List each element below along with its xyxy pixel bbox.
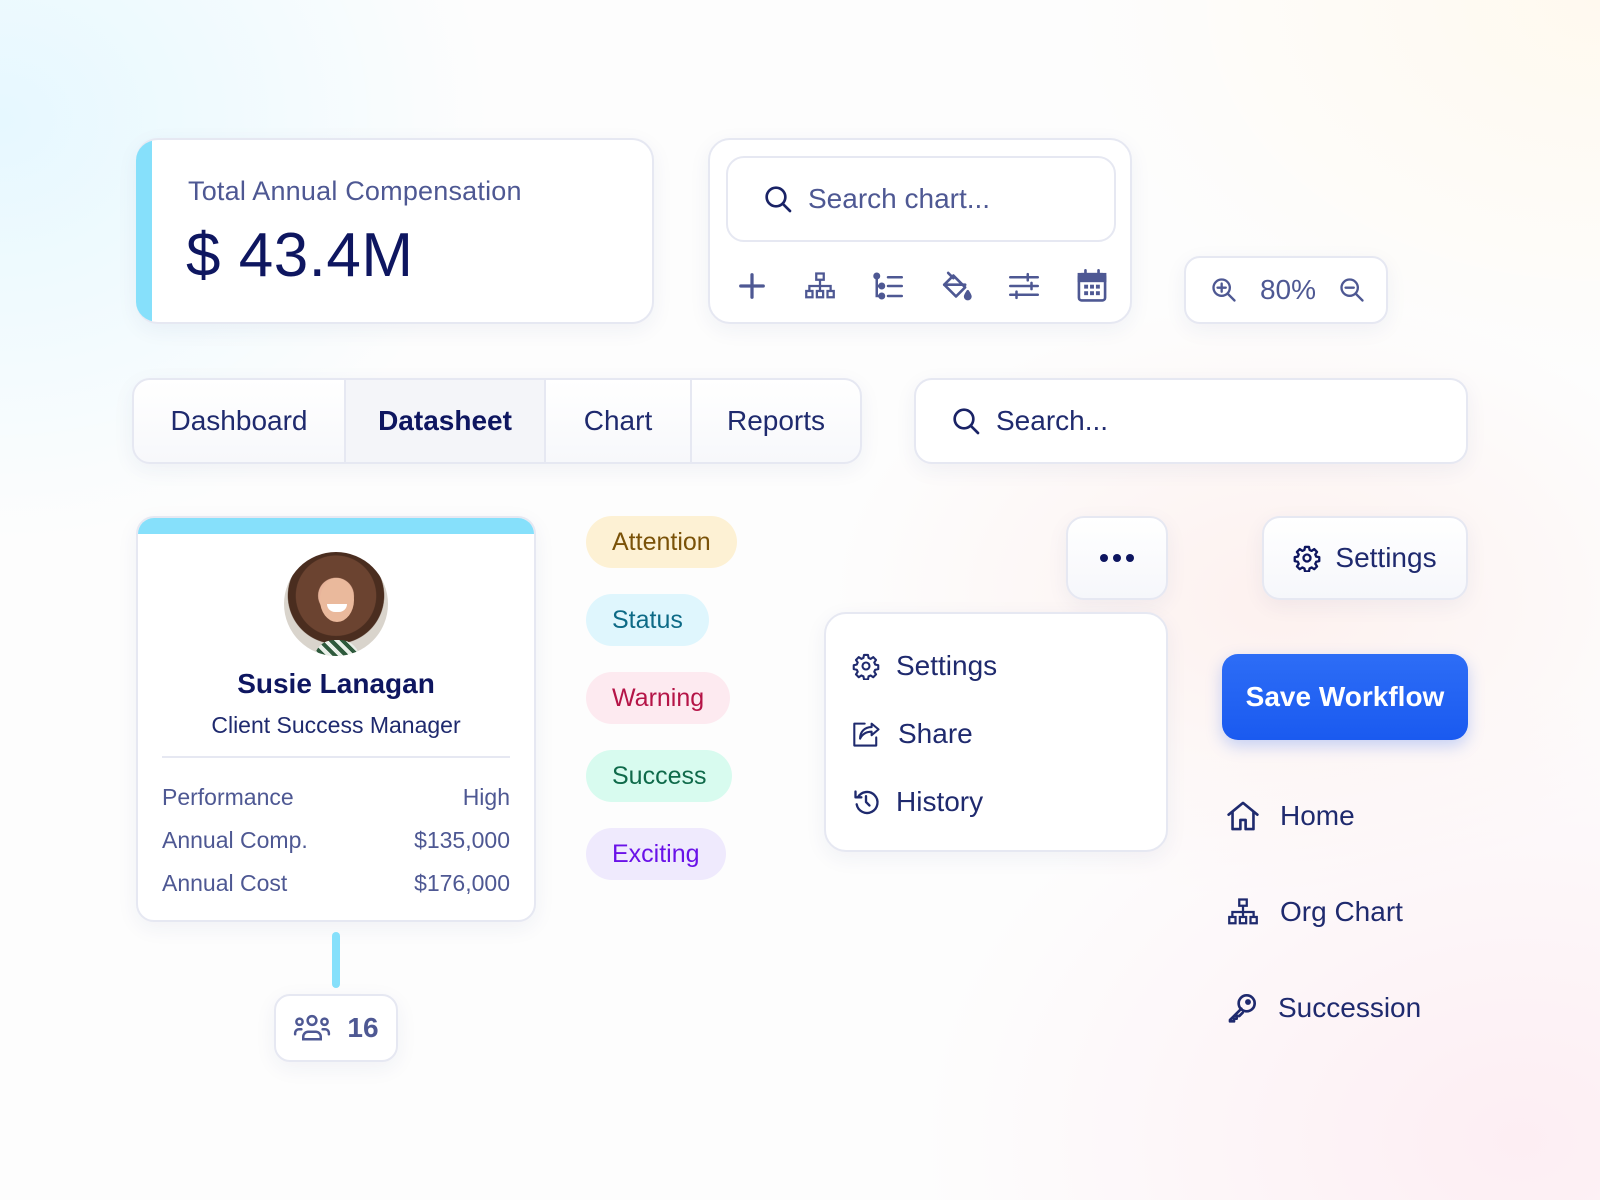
share-icon (852, 720, 882, 748)
chart-toolbar-card (708, 138, 1132, 324)
nav-label: Home (1280, 800, 1355, 831)
view-tabs: Dashboard Datasheet Chart Reports (132, 378, 862, 464)
hierarchy-list-tool-button[interactable] (868, 266, 908, 306)
org-structure-tool-button[interactable] (800, 266, 840, 306)
avatar-face (320, 578, 354, 622)
employee-role: Client Success Manager (211, 712, 461, 738)
chart-search-box[interactable] (726, 156, 1116, 242)
compensation-value: $ 43.4M (186, 221, 414, 290)
team-count: 16 (347, 1012, 379, 1043)
history-icon (852, 788, 880, 816)
calendar-tool-button[interactable] (1072, 266, 1112, 306)
tab-reports[interactable]: Reports (692, 380, 860, 462)
employee-card[interactable]: Susie Lanagan Client Success Manager Per… (136, 516, 536, 922)
gear-icon (1293, 544, 1321, 572)
search-icon (762, 183, 794, 215)
zoom-level: 80% (1259, 274, 1317, 305)
main-search-box[interactable] (914, 378, 1468, 464)
compensation-label: Total Annual Compensation (188, 176, 522, 206)
zoom-out-icon[interactable] (1338, 276, 1366, 304)
sliders-icon (1007, 271, 1041, 301)
tab-datasheet[interactable]: Datasheet (346, 380, 546, 462)
badge-status: Status (586, 594, 709, 646)
detail-label: Annual Cost (162, 870, 288, 896)
tab-dashboard[interactable]: Dashboard (134, 380, 346, 462)
tab-chart[interactable]: Chart (546, 380, 692, 462)
zoom-in-icon[interactable] (1210, 276, 1238, 304)
nav-label: Succession (1278, 992, 1422, 1023)
add-tool-button[interactable] (732, 266, 772, 306)
menu-item-label: Settings (896, 650, 998, 681)
adjustments-tool-button[interactable] (1004, 266, 1044, 306)
main-search-input[interactable] (996, 405, 1436, 437)
divider (162, 756, 510, 758)
avatar-shirt (314, 640, 360, 656)
badge-warning: Warning (586, 672, 731, 724)
badge-attention: Attention (586, 516, 737, 568)
nav-label: Org Chart (1280, 896, 1403, 927)
detail-label: Performance (162, 784, 294, 810)
more-options-button[interactable] (1066, 516, 1168, 600)
settings-button[interactable]: Settings (1262, 516, 1468, 600)
detail-row: Annual Comp. $135,000 (162, 819, 510, 862)
org-chart-icon (1226, 897, 1260, 927)
home-icon (1226, 800, 1260, 832)
employee-name: Susie Lanagan (237, 668, 435, 699)
menu-item-settings[interactable]: Settings (852, 650, 997, 682)
detail-value: $135,000 (414, 827, 510, 853)
key-icon (1226, 992, 1258, 1024)
gear-icon (852, 652, 880, 680)
badge-success: Success (586, 750, 733, 802)
zoom-control: 80% (1184, 256, 1388, 324)
org-connector-line (332, 932, 340, 988)
card-accent-bar (138, 518, 534, 534)
save-workflow-button[interactable]: Save Workflow (1222, 654, 1468, 740)
menu-item-share[interactable]: Share (852, 718, 973, 750)
menu-item-label: History (896, 786, 984, 817)
team-count-button[interactable]: 16 (274, 994, 398, 1062)
card-accent-bar (136, 140, 152, 322)
nav-item-org-chart[interactable]: Org Chart (1226, 896, 1403, 928)
users-icon (293, 1013, 331, 1043)
compensation-card: Total Annual Compensation $ 43.4M (136, 138, 654, 324)
chart-search-input[interactable] (808, 183, 1108, 215)
color-fill-tool-button[interactable] (936, 266, 976, 306)
options-dropdown-menu: Settings Share History (824, 612, 1168, 852)
search-icon (950, 405, 982, 437)
nav-item-succession[interactable]: Succession (1226, 992, 1421, 1024)
nav-item-home[interactable]: Home (1226, 800, 1355, 832)
detail-label: Annual Comp. (162, 827, 308, 853)
menu-item-history[interactable]: History (852, 786, 983, 818)
detail-value: $176,000 (414, 870, 510, 896)
badge-exciting: Exciting (586, 828, 726, 880)
detail-value: High (462, 784, 510, 810)
detail-row: Annual Cost $176,000 (162, 862, 510, 905)
plus-icon (737, 271, 767, 301)
chart-tool-row (732, 264, 1112, 308)
list-tree-icon (871, 271, 905, 301)
org-chart-icon (803, 271, 837, 301)
menu-item-label: Share (898, 718, 973, 749)
paint-bucket-icon (939, 270, 973, 302)
employee-details: Performance High Annual Comp. $135,000 A… (162, 776, 510, 905)
calendar-icon (1076, 269, 1108, 303)
settings-label: Settings (1335, 542, 1437, 573)
avatar (284, 552, 388, 656)
more-horizontal-icon (1100, 554, 1134, 562)
detail-row: Performance High (162, 776, 510, 819)
